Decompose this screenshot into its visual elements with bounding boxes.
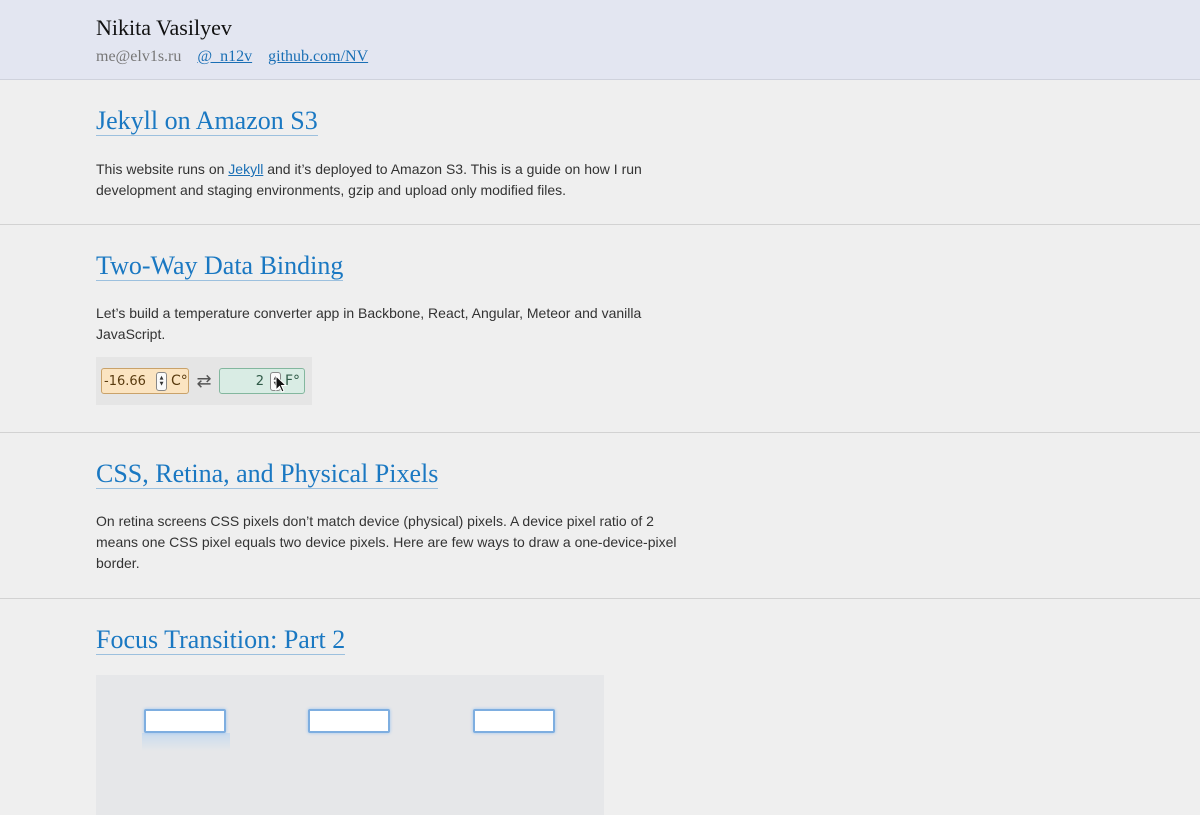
post-title-link[interactable]: CSS, Retina, and Physical Pixels: [96, 459, 439, 489]
post-focus-transition: Focus Transition: Part 2: [0, 599, 1200, 815]
fahrenheit-unit: F°: [285, 373, 301, 389]
focus-input-3[interactable]: [473, 709, 555, 733]
celsius-field[interactable]: -16.66 ▲ ▼ C°: [101, 368, 189, 394]
post-css-retina: CSS, Retina, and Physical Pixels On reti…: [0, 433, 1200, 599]
post-title-link[interactable]: Two-Way Data Binding: [96, 251, 344, 281]
post-title: CSS, Retina, and Physical Pixels: [96, 459, 1200, 489]
celsius-spinner-icon[interactable]: ▲ ▼: [156, 371, 167, 391]
post-title-link[interactable]: Jekyll on Amazon S3: [96, 106, 318, 136]
contact-links: me@elv1s.ru @_n12v github.com/NV: [96, 47, 1200, 67]
email-text: me@elv1s.ru: [96, 48, 182, 65]
site-header: Nikita Vasilyev me@elv1s.ru @_n12v githu…: [0, 0, 1200, 80]
mouse-cursor-icon: [275, 375, 287, 393]
post-title: Two-Way Data Binding: [96, 251, 1200, 281]
post-summary: This website runs on Jekyll and it’s dep…: [96, 161, 642, 198]
github-link[interactable]: github.com/NV: [268, 48, 368, 65]
focus-input-1[interactable]: [144, 709, 226, 733]
post-jekyll: Jekyll on Amazon S3 This website runs on…: [0, 80, 1200, 225]
focus-input-2[interactable]: [308, 709, 390, 733]
post-title: Focus Transition: Part 2: [96, 625, 1200, 655]
post-summary: On retina screens CSS pixels don’t match…: [96, 513, 677, 571]
focus-glow-effect: [142, 733, 230, 751]
celsius-input[interactable]: -16.66: [102, 374, 154, 389]
post-data-binding: Two-Way Data Binding Let’s build a tempe…: [0, 225, 1200, 433]
swap-arrows-icon: ⇄: [196, 370, 212, 392]
fahrenheit-input[interactable]: 2: [220, 374, 268, 389]
post-title: Jekyll on Amazon S3: [96, 106, 1200, 136]
twitter-link[interactable]: @_n12v: [197, 48, 252, 65]
site-name: Nikita Vasilyev: [96, 15, 232, 40]
post-title-link[interactable]: Focus Transition: Part 2: [96, 625, 346, 655]
post-summary: Let’s build a temperature converter app …: [96, 305, 642, 342]
jekyll-link[interactable]: Jekyll: [228, 161, 263, 177]
fahrenheit-field[interactable]: 2 ▲ ▼ F°: [219, 368, 305, 394]
focus-transition-demo: [96, 675, 604, 815]
celsius-unit: C°: [171, 373, 188, 389]
